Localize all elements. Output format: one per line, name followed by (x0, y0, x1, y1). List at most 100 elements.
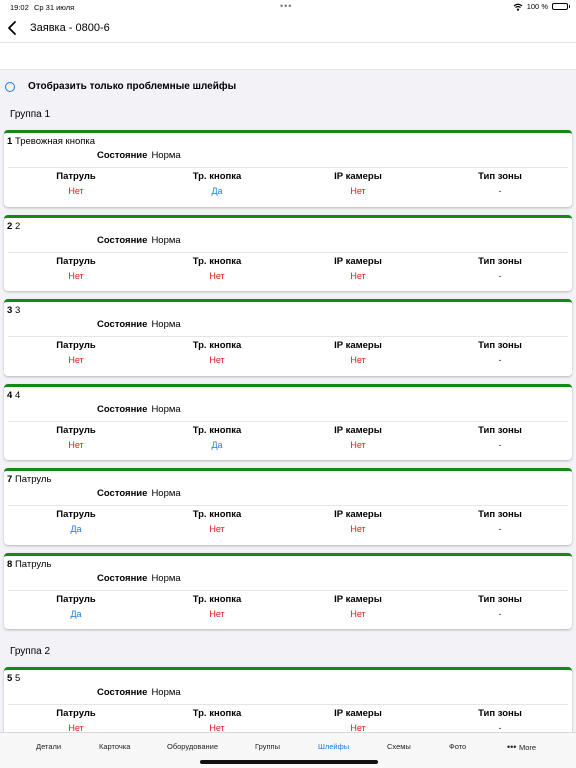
ip-value: Нет (350, 355, 366, 365)
button-header: Тр. кнопка (192, 340, 242, 351)
state-label: Состояние (97, 403, 148, 415)
zone-value: - (498, 608, 502, 619)
patrol-header: Патруль (56, 708, 96, 719)
patrol-column: Патруль Нет (16, 171, 136, 196)
zone-header: Тип зоны (478, 708, 522, 719)
loop-name: 5 (14, 673, 21, 684)
loop-number: 4 (7, 389, 13, 401)
ip-value: Нет (350, 723, 366, 732)
tab-1[interactable]: Детали (36, 742, 61, 751)
multitasking-dots-icon[interactable]: ••• (280, 1, 292, 11)
button-column: Тр. кнопка Нет (157, 256, 277, 281)
more-dots-icon: ••• (507, 742, 519, 752)
button-header: Тр. кнопка (192, 593, 242, 605)
state-label: Состояние (97, 572, 148, 584)
tab-3[interactable]: Оборудование (167, 742, 218, 751)
patrol-header: Патруль (56, 424, 96, 436)
ip-column: IP камеры Нет (298, 171, 418, 196)
button-header: Тр. кнопка (192, 424, 242, 436)
button-header: Тр. кнопка (192, 509, 242, 520)
button-value: Да (211, 439, 223, 450)
state-value: Норма (151, 572, 181, 584)
tab-6[interactable]: Схемы (387, 742, 411, 751)
loop-card[interactable]: 8 Патруль Состояние Норма Патруль Да Тр. кноп… (4, 552, 572, 629)
divider (8, 589, 568, 591)
button-header: Тр. кнопка (192, 171, 242, 182)
divider (8, 336, 568, 337)
button-column: Тр. кнопка Нет (157, 708, 277, 732)
toolbar-area (0, 42, 576, 70)
status-date: Ср 31 июля (34, 3, 75, 12)
home-indicator[interactable] (200, 760, 378, 764)
loop-header: 1 Тревожная кнопка (7, 136, 95, 147)
zone-column: Тип зоны - (440, 509, 560, 534)
zone-column: Тип зоны - (440, 256, 560, 281)
ip-value: Нет (350, 524, 366, 534)
patrol-header: Патруль (56, 593, 96, 605)
button-value: Нет (209, 723, 225, 732)
state-value: Норма (151, 488, 181, 499)
state-label: Состояние (97, 234, 148, 246)
patrol-value: Да (70, 608, 82, 619)
tab-label: Детали (36, 742, 62, 751)
loop-card[interactable]: 1 Тревожная кнопка Состояние Норма Патруль Н… (4, 130, 572, 207)
zone-value: - (498, 270, 502, 281)
patrol-header: Патруль (56, 340, 96, 351)
patrol-value: Нет (68, 186, 84, 196)
loop-card[interactable]: 7 Патруль Состояние Норма Патруль Да Тр. кноп… (4, 468, 572, 545)
loops-list[interactable]: Группа 11 Тревожная кнопка Состояние Норма… (0, 100, 576, 732)
tab-7[interactable]: Фото (449, 742, 466, 751)
zone-column: Тип зоны - (440, 708, 560, 732)
ip-header: IP камеры (334, 509, 382, 520)
state-value: Норма (151, 687, 181, 698)
tab-label: Оборудование (167, 742, 219, 751)
patrol-value: Да (70, 524, 82, 534)
zone-header: Тип зоны (478, 424, 522, 436)
problem-filter-radio[interactable] (5, 82, 15, 92)
divider (8, 251, 568, 253)
ip-header: IP камеры (334, 424, 382, 436)
button-column: Тр. кнопка Нет (157, 594, 277, 619)
zone-column: Тип зоны - (440, 171, 560, 196)
group-title: Группа 2 (10, 646, 51, 657)
loop-card[interactable]: 5 5 Состояние Норма Патруль Нет Тр. кнопка Нет… (4, 667, 572, 732)
tab-4[interactable]: Группы (255, 742, 280, 751)
button-value: Нет (209, 270, 225, 281)
button-header: Тр. кнопка (192, 708, 242, 719)
back-chevron-icon[interactable] (6, 20, 20, 36)
ip-value: Нет (350, 186, 366, 196)
tab-label: Фото (449, 742, 467, 751)
loop-card[interactable]: 3 3 Состояние Норма Патруль Нет Тр. кнопка Нет… (4, 299, 572, 376)
zone-header: Тип зоны (478, 340, 522, 351)
loop-card[interactable]: 4 4 Состояние Норма Патруль Нет Тр. кнопка Да I… (4, 383, 572, 460)
ip-column: IP камеры Нет (298, 708, 418, 732)
zone-value: - (498, 439, 502, 450)
button-header: Тр. кнопка (192, 255, 242, 267)
loop-state: Состояние Норма (97, 404, 181, 415)
tab-2[interactable]: Карточка (99, 742, 130, 751)
state-label: Состояние (97, 687, 148, 698)
button-column: Тр. кнопка Да (157, 425, 277, 450)
zone-column: Тип зоны - (440, 594, 560, 619)
button-value: Нет (209, 608, 225, 619)
divider (8, 420, 568, 422)
loop-header: 3 3 (7, 305, 20, 316)
loop-name: 3 (14, 305, 21, 316)
battery-icon (552, 3, 570, 10)
patrol-value: Нет (68, 355, 84, 365)
tab-8[interactable]: ••• More (507, 742, 536, 752)
state-value: Норма (151, 403, 181, 415)
zone-header: Тип зоны (478, 255, 522, 267)
ip-header: IP камеры (334, 708, 382, 719)
patrol-header: Патруль (56, 509, 96, 520)
tab-5[interactable]: Шлейфы (318, 742, 349, 751)
divider (8, 704, 568, 705)
state-value: Норма (151, 234, 181, 246)
group-title: Группа 1 (10, 109, 51, 120)
ip-value: Нет (350, 270, 366, 281)
state-value: Норма (151, 150, 181, 161)
loop-number: 5 (7, 673, 13, 684)
ip-column: IP камеры Нет (298, 594, 418, 619)
loop-card[interactable]: 2 2 Состояние Норма Патруль Нет Тр. кнопка Нет… (4, 214, 572, 291)
problem-filter-row[interactable]: Отобразить только проблемные шлейфы (0, 76, 576, 96)
